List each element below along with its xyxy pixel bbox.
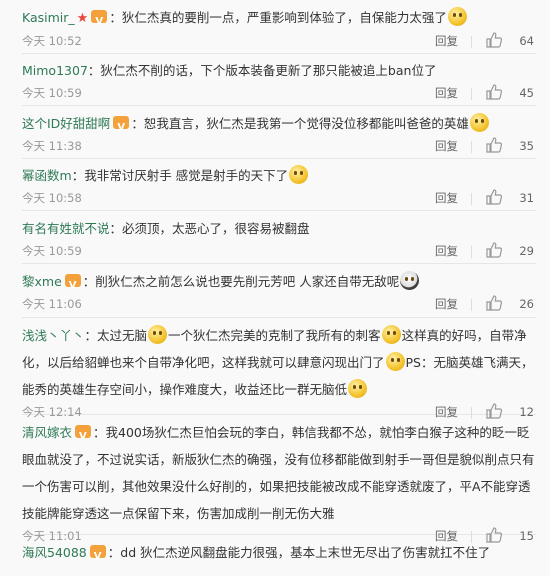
comment-text: 削狄仁杰之前怎么说也要先削元芳吧 人家还自带无敌呢 (95, 274, 400, 289)
like-count: 26 (519, 297, 534, 311)
comment-time: 今天 10:58 (22, 191, 82, 205)
comment-item: 有名有姓就不说：必须顶，太恶心了，很容易被翻盘 今天 10:59 回复 29 (22, 211, 536, 264)
divider (471, 141, 472, 153)
like-count: 35 (519, 139, 534, 153)
divider (471, 299, 472, 311)
comment-item: 黎xme：削狄仁杰之前怎么说也要先削元芳吧 人家还自带无敌呢 今天 11:06 … (22, 264, 536, 318)
smiley-emoji-icon (348, 379, 368, 398)
smiley-emoji-icon (385, 352, 405, 371)
comment-username[interactable]: 浅浅丶丫丶 (22, 328, 85, 343)
comment-text: 狄仁杰真的要削一点，严重影响到体验了，自保能力太强了 (121, 10, 447, 25)
divider (471, 36, 472, 48)
reply-button[interactable]: 回复 (435, 84, 458, 102)
comment-item: 这个ID好甜甜啊：恕我直言，狄仁杰是我第一个觉得没位移都能叫爸爸的英雄 今天 1… (22, 106, 536, 159)
comment-time: 今天 11:38 (22, 139, 82, 153)
comment-text: 我非常讨厌射手 感觉是射手的天下了 (84, 168, 289, 183)
smiley-emoji-icon (148, 325, 168, 344)
panda-emoji-icon (400, 271, 420, 290)
comment-time: 今天 10:59 (22, 86, 82, 100)
verified-badge-icon (64, 272, 81, 299)
smiley-emoji-icon (381, 325, 401, 344)
comment-item: 幂函数m：我非常讨厌射手 感觉是射手的天下了 今天 10:58 回复 31 (22, 159, 536, 211)
divider (471, 88, 472, 100)
like-count: 64 (519, 34, 534, 48)
comment-time: 今天 11:06 (22, 297, 82, 311)
thumbs-up-icon[interactable] (486, 32, 502, 48)
thumbs-up-icon[interactable] (486, 242, 502, 258)
reply-button[interactable]: 回复 (435, 189, 458, 207)
comment-username[interactable]: 有名有姓就不说 (22, 221, 110, 236)
smiley-emoji-icon (469, 113, 489, 132)
verified-badge-icon (75, 423, 92, 450)
comment-username[interactable]: Mimo1307 (22, 63, 88, 78)
laughing-emoji-icon (289, 165, 309, 184)
comment-item: 清风嫁衣：我400场狄仁杰巨怕会玩的李白，韩信我都不怂，就怕李白猴子这种的眨一眨… (22, 415, 536, 543)
comment-text: 恕我直言，狄仁杰是我第一个觉得没位移都能叫爸爸的英雄 (143, 116, 469, 131)
thumbs-up-icon[interactable] (486, 189, 502, 205)
verified-badge-icon (91, 8, 108, 35)
reply-button[interactable]: 回复 (435, 242, 458, 260)
comment-text: dd 狄仁杰逆风翻盘能力很强，基本上末世无尽出了伤害就扛不住了 (120, 545, 491, 560)
comment-item: 海风54088：dd 狄仁杰逆风翻盘能力很强，基本上末世无尽出了伤害就扛不住了 (22, 535, 536, 575)
thumbs-up-icon[interactable] (486, 84, 502, 100)
comment-username[interactable]: 海风54088 (22, 545, 87, 560)
comment-username[interactable]: 这个ID好甜甜啊 (22, 116, 110, 131)
comment-time: 今天 10:52 (22, 34, 82, 48)
thumbs-up-icon[interactable] (486, 137, 502, 153)
divider (471, 246, 472, 258)
smiley-emoji-icon (447, 7, 467, 26)
reply-button[interactable]: 回复 (435, 137, 458, 155)
like-count: 45 (519, 86, 534, 100)
comment-time: 今天 10:59 (22, 244, 82, 258)
like-count: 31 (519, 191, 534, 205)
comment-username[interactable]: 清风嫁衣 (22, 425, 72, 440)
like-count: 29 (519, 244, 534, 258)
comment-text: 必须顶，太恶心了，很容易被翻盘 (122, 221, 310, 236)
comment-item: Kasimir_★：狄仁杰真的要削一点，严重影响到体验了，自保能力太强了 今天 … (22, 0, 536, 54)
comment-item: Mimo1307：狄仁杰不削的话，下个版本装备更新了那只能被追上ban位了 今天… (22, 54, 536, 106)
reply-button[interactable]: 回复 (435, 295, 458, 313)
vip-star-icon: ★ (76, 11, 89, 26)
reply-button[interactable]: 回复 (435, 32, 458, 50)
comment-text: 太过无脑 (97, 328, 148, 343)
comment-text: 狄仁杰不削的话，下个版本装备更新了那只能被追上ban位了 (100, 63, 437, 78)
verified-badge-icon (89, 543, 106, 570)
comment-text: 一个狄仁杰完美的克制了我所有的刺客 (168, 328, 381, 343)
comment-username[interactable]: 幂函数m (22, 168, 72, 183)
comment-username[interactable]: 黎xme (22, 274, 62, 289)
comment-list: Kasimir_★：狄仁杰真的要削一点，严重影响到体验了，自保能力太强了 今天 … (0, 0, 550, 576)
thumbs-up-icon[interactable] (486, 295, 502, 311)
divider (471, 193, 472, 205)
comment-username[interactable]: Kasimir_ (22, 10, 75, 25)
verified-badge-icon (113, 114, 130, 141)
comment-item: 浅浅丶丫丶：太过无脑 一个狄仁杰完美的克制了我所有的刺客 这样真的好吗，自带净化，以… (22, 318, 536, 419)
